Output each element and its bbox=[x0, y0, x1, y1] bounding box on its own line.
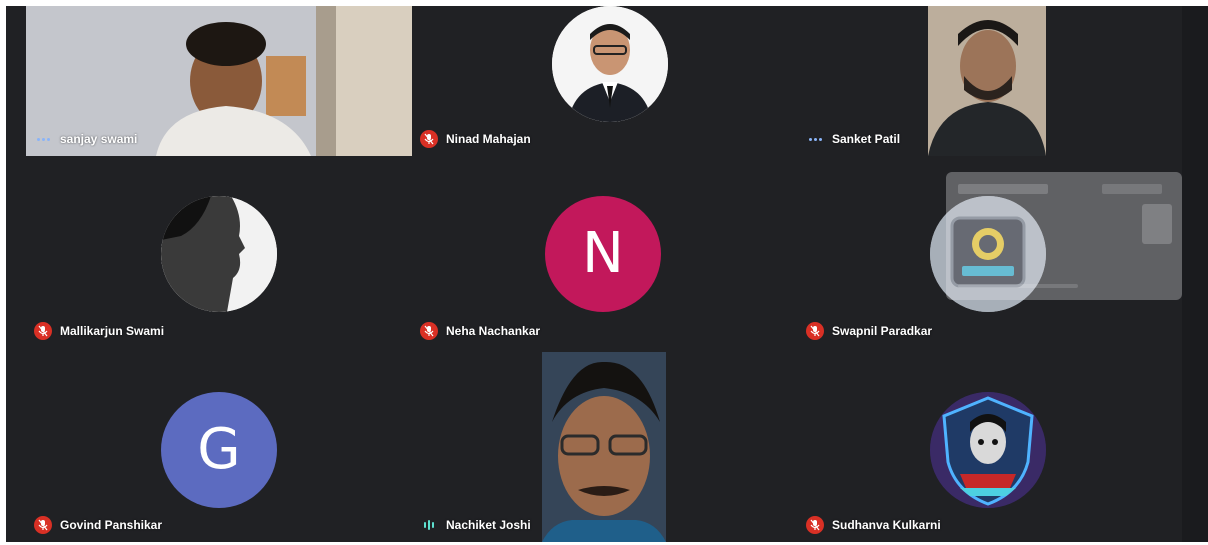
speaking-indicator-icon bbox=[420, 516, 438, 534]
right-edge-bar bbox=[1182, 6, 1208, 542]
participant-namebar: Sanket Patil bbox=[806, 128, 900, 150]
participant-tile-sanjay-swami[interactable]: sanjay swami bbox=[26, 6, 412, 156]
participant-namebar: sanjay swami bbox=[34, 128, 137, 150]
overlay-blurred-content bbox=[958, 184, 1172, 288]
participant-name: Mallikarjun Swami bbox=[60, 324, 165, 338]
profile-photo bbox=[161, 196, 277, 312]
mic-off-icon bbox=[806, 516, 824, 534]
participant-namebar: Nachiket Joshi bbox=[420, 514, 531, 536]
participant-namebar: Ninad Mahajan bbox=[420, 128, 531, 150]
mic-off-icon bbox=[806, 322, 824, 340]
meeting-grid: sanjay swami Ninad Mahajan Sanket Patil … bbox=[6, 6, 1182, 542]
mic-off-icon bbox=[420, 322, 438, 340]
participant-tile-sudhanva-kulkarni[interactable]: Sudhanva Kulkarni bbox=[798, 348, 1182, 542]
participant-namebar: Swapnil Paradkar bbox=[806, 320, 932, 342]
mic-off-icon bbox=[34, 516, 52, 534]
participant-tile-ninad-mahajan[interactable]: Ninad Mahajan bbox=[412, 6, 798, 156]
participant-name: Swapnil Paradkar bbox=[832, 324, 933, 338]
participant-namebar: Neha Nachankar bbox=[420, 320, 540, 342]
participant-avatar bbox=[161, 196, 277, 312]
participant-name: Neha Nachankar bbox=[446, 324, 541, 338]
participant-name: Sudhanva Kulkarni bbox=[832, 518, 941, 532]
avatar-letter: G bbox=[197, 417, 241, 482]
participant-tile-govind-panshikar[interactable]: G Govind Panshikar bbox=[26, 348, 412, 542]
participant-video bbox=[542, 352, 666, 542]
logo-image bbox=[930, 392, 1046, 508]
participant-name: Sanket Patil bbox=[832, 132, 901, 146]
overlay-panel-content bbox=[952, 180, 1172, 290]
participant-name: sanjay swami bbox=[60, 132, 138, 146]
participant-tile-nachiket-joshi[interactable]: Nachiket Joshi bbox=[412, 348, 798, 542]
participant-name: Ninad Mahajan bbox=[446, 132, 531, 146]
speaking-dots-icon bbox=[34, 137, 52, 141]
speaking-dots-icon bbox=[806, 137, 824, 141]
participant-video bbox=[928, 6, 1046, 156]
participant-namebar: Sudhanva Kulkarni bbox=[806, 514, 941, 536]
participant-namebar: Mallikarjun Swami bbox=[34, 320, 164, 342]
participant-tile-neha-nachankar[interactable]: N Neha Nachankar bbox=[412, 156, 798, 348]
participant-avatar bbox=[930, 392, 1046, 508]
participant-avatar bbox=[552, 6, 668, 122]
mic-off-icon bbox=[420, 130, 438, 148]
profile-photo bbox=[552, 6, 668, 122]
participant-name: Govind Panshikar bbox=[60, 518, 163, 532]
participant-tile-sanket-patil[interactable]: Sanket Patil bbox=[798, 6, 1182, 156]
participant-namebar: Govind Panshikar bbox=[34, 514, 162, 536]
participant-letter-avatar: N bbox=[545, 196, 661, 312]
video-frame bbox=[928, 6, 1046, 156]
overlay-panel bbox=[946, 172, 1182, 300]
video-frame bbox=[542, 352, 666, 542]
mic-off-icon bbox=[34, 322, 52, 340]
avatar-letter: N bbox=[582, 221, 624, 286]
participant-tile-mallikarjun-swami[interactable]: Mallikarjun Swami bbox=[26, 156, 412, 348]
participant-letter-avatar: G bbox=[161, 392, 277, 508]
participant-name: Nachiket Joshi bbox=[446, 518, 531, 532]
